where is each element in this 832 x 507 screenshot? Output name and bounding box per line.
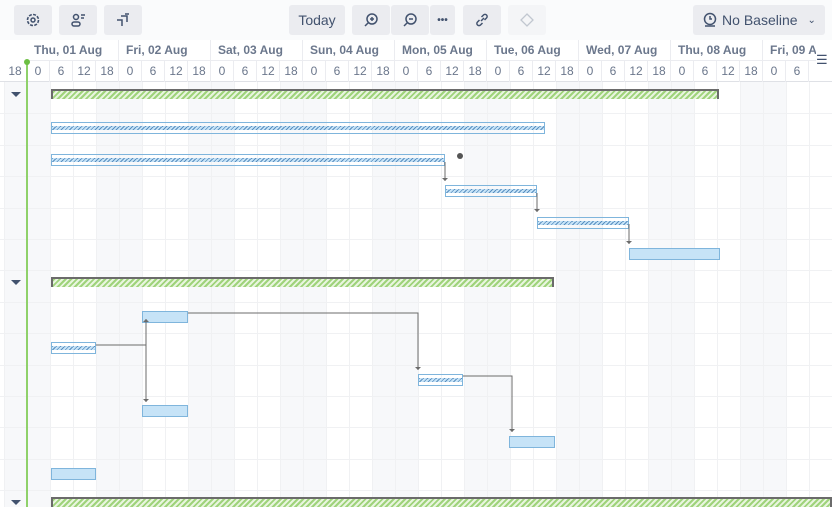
hour-label: 12 (349, 61, 372, 82)
row-line (0, 176, 832, 178)
hour-label: 12 (165, 61, 188, 82)
hour-label: 6 (234, 61, 257, 82)
hour-label: 18 (556, 61, 579, 82)
task-bar[interactable] (142, 405, 188, 417)
today-button[interactable]: Today (289, 5, 345, 35)
hour-label: 18 (464, 61, 487, 82)
day-label: Fri, 02 Aug (119, 40, 211, 61)
hour-label: 18 (280, 61, 303, 82)
critical-path-button[interactable] (104, 5, 142, 35)
hour-label: 0 (27, 61, 50, 82)
task-bar[interactable] (51, 342, 96, 355)
hour-label: 6 (142, 61, 165, 82)
chevron-down-icon: ⌄ (807, 14, 816, 26)
gear-icon (26, 13, 40, 27)
row-line (0, 490, 832, 492)
hour-label: 18 (96, 61, 119, 82)
day-label: Wed, 07 Aug (579, 40, 671, 61)
zoom-in-icon (364, 13, 378, 27)
day-label: Mon, 05 Aug (395, 40, 487, 61)
task-bar[interactable] (51, 122, 545, 135)
summary-bar[interactable] (51, 277, 554, 288)
row-line (0, 113, 832, 115)
hour-label: 12 (533, 61, 556, 82)
hour-label: 12 (257, 61, 280, 82)
row-line (0, 207, 832, 209)
baseline-clock-icon (703, 12, 717, 27)
day-label: Tue, 06 Aug (487, 40, 579, 61)
hour-label: 6 (418, 61, 441, 82)
resources-button[interactable] (59, 5, 97, 35)
day-label: Thu, 08 Aug (671, 40, 763, 61)
row-line (0, 144, 832, 146)
hour-label: 0 (763, 61, 786, 82)
row-line (0, 270, 832, 272)
timeline-header: Thu, 01 Aug Fri, 02 Aug Sat, 03 Aug Sun, 04… (0, 40, 832, 82)
hour-label: 0 (487, 61, 510, 82)
steps-icon (117, 13, 129, 26)
collapse-toggle-icon[interactable] (11, 92, 21, 97)
hour-label: 18 (188, 61, 211, 82)
hour-label: 12 (717, 61, 740, 82)
link-icon (476, 13, 488, 27)
task-bar[interactable] (51, 467, 96, 480)
today-marker (24, 59, 30, 507)
summary-bar[interactable] (51, 497, 832, 507)
user-list-icon (71, 13, 85, 27)
toolbar: Today ••• No Baseline ⌄ (0, 0, 832, 40)
hour-label: 0 (303, 61, 326, 82)
hour-label: 6 (326, 61, 349, 82)
task-bar[interactable] (51, 153, 445, 166)
task-bar[interactable] (629, 248, 720, 260)
zoom-out-icon (403, 13, 417, 27)
row-line (0, 458, 832, 460)
hour-label: 0 (211, 61, 234, 82)
hour-label: 12 (625, 61, 648, 82)
task-bar[interactable] (509, 436, 555, 449)
day-label: Thu, 01 Aug (27, 40, 119, 61)
row-line (0, 333, 832, 335)
row-line (0, 396, 832, 397)
task-bar[interactable] (537, 216, 629, 229)
hour-label: 6 (50, 61, 73, 82)
row-line (0, 239, 832, 240)
hour-label: 6 (786, 61, 809, 82)
diamond-icon (520, 13, 534, 27)
hour-label: 0 (395, 61, 418, 82)
hour-label: 18 (648, 61, 671, 82)
hour-label: 18 (372, 61, 395, 82)
hour-label: 6 (602, 61, 625, 82)
hour-label: 12 (73, 61, 96, 82)
settings-button[interactable] (14, 5, 52, 35)
hour-label: 18 (4, 61, 27, 82)
task-bar[interactable] (418, 373, 463, 386)
day-label: Sat, 03 Aug (211, 40, 303, 61)
baseline-label: No Baseline (722, 12, 798, 28)
summary-bar[interactable] (51, 89, 719, 99)
baseline-dropdown[interactable]: No Baseline ⌄ (693, 5, 825, 35)
zoom-in-button[interactable] (352, 5, 390, 35)
hour-label: 6 (510, 61, 533, 82)
day-label: Sun, 04 Aug (303, 40, 395, 61)
gantt-grid (0, 82, 832, 507)
link-handle[interactable] (457, 153, 463, 159)
row-line (0, 364, 832, 366)
more-button[interactable]: ••• (430, 5, 455, 35)
column-menu-icon[interactable]: ☰ (816, 52, 832, 67)
milestone-button[interactable] (508, 5, 546, 35)
collapse-toggle-icon[interactable] (11, 500, 21, 506)
collapse-toggle-icon[interactable] (11, 280, 21, 286)
zoom-out-button[interactable] (391, 5, 429, 35)
hour-label: 0 (671, 61, 694, 82)
hour-label: 12 (441, 61, 464, 82)
task-bar[interactable] (142, 310, 188, 323)
link-button[interactable] (463, 5, 501, 35)
task-bar[interactable] (445, 185, 537, 198)
hour-label: 0 (119, 61, 142, 82)
row-line (0, 427, 832, 429)
row-line (0, 301, 832, 303)
hour-label: 6 (694, 61, 717, 82)
hour-label: 18 (740, 61, 763, 82)
hour-label: 0 (579, 61, 602, 82)
